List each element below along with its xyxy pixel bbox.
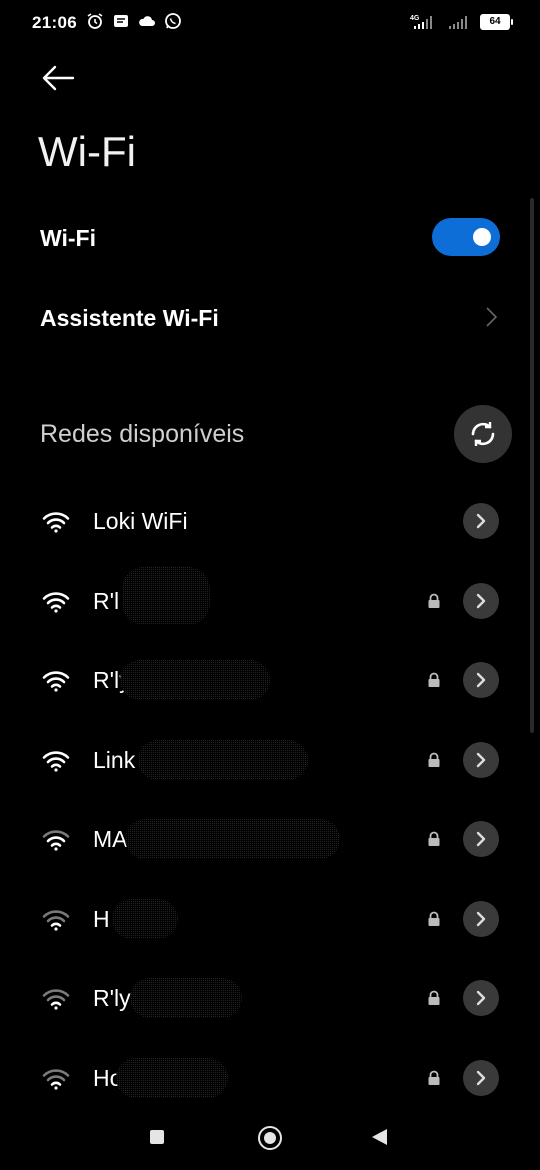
- page-title: Wi-Fi: [38, 128, 136, 175]
- back-arrow-icon[interactable]: [40, 62, 76, 94]
- redacted-text: [122, 566, 210, 625]
- lock-icon: [428, 672, 440, 687]
- network-details-button[interactable]: [463, 821, 499, 857]
- lock-icon: [428, 752, 440, 767]
- wifi-toggle-switch[interactable]: [432, 218, 500, 256]
- wifi-signal-icon: [42, 1068, 70, 1090]
- network-details-button[interactable]: [463, 741, 499, 778]
- network-details-button[interactable]: [463, 503, 499, 539]
- network-name: Link: [93, 746, 136, 773]
- signal-4g-icon: 4G: [410, 15, 432, 29]
- network-details-button[interactable]: [463, 582, 499, 619]
- lock-icon: [428, 831, 440, 846]
- chevron-right-icon: [476, 990, 486, 1006]
- network-details-button[interactable]: [463, 662, 499, 698]
- wifi-assistant-item[interactable]: Assistente Wi-Fi: [40, 305, 219, 332]
- chevron-right-icon: [476, 752, 486, 767]
- chevron-right-icon: [476, 1070, 486, 1085]
- wifi-signal-icon: [42, 989, 70, 1010]
- status-right: 4G 64: [410, 14, 513, 30]
- navigation-bar: [0, 1110, 540, 1170]
- lock-icon: [428, 911, 440, 926]
- section-available-networks: Redes disponíveis: [40, 420, 245, 448]
- back-button[interactable]: [372, 1129, 387, 1145]
- toggle-knob: [473, 228, 491, 246]
- chevron-right-icon: [476, 831, 486, 847]
- wifi-signal-icon: [42, 830, 70, 851]
- lock-icon: [428, 990, 440, 1005]
- redacted-text: [130, 978, 242, 1018]
- redacted-text: [116, 1057, 228, 1098]
- refresh-icon: [471, 422, 495, 446]
- svg-text:4G: 4G: [410, 15, 420, 22]
- network-name: Loki WiFi: [93, 508, 188, 534]
- signal-icon: [449, 16, 467, 29]
- home-button[interactable]: [258, 1126, 282, 1150]
- network-details-button[interactable]: [463, 1059, 499, 1096]
- network-name: H: [93, 905, 110, 932]
- message-icon: [114, 15, 128, 27]
- network-name: R'ly: [93, 985, 131, 1011]
- battery-indicator: 64: [480, 14, 513, 30]
- network-item[interactable]: Ho: [0, 1038, 540, 1118]
- redacted-text: [138, 739, 308, 780]
- chevron-right-icon: [476, 911, 486, 926]
- network-details-button[interactable]: [463, 980, 499, 1016]
- chevron-right-icon: [476, 513, 486, 529]
- wifi-signal-icon: [42, 750, 70, 772]
- redacted-text: [112, 898, 178, 939]
- network-item[interactable]: R'ly: [0, 958, 540, 1038]
- refresh-button[interactable]: [454, 405, 512, 463]
- wifi-signal-icon: [42, 512, 70, 533]
- cloud-icon: [139, 16, 155, 26]
- chevron-right-icon: [486, 307, 498, 327]
- wifi-signal-icon: [42, 671, 70, 692]
- wifi-signal-icon: [42, 591, 70, 613]
- wifi-signal-icon: [42, 909, 70, 931]
- network-details-button[interactable]: [463, 900, 499, 937]
- network-item[interactable]: Link: [0, 720, 540, 800]
- redacted-text: [120, 660, 270, 700]
- status-notification-icons: [86, 12, 182, 30]
- lock-icon: [428, 1070, 440, 1085]
- redacted-text: [125, 819, 340, 859]
- chevron-right-icon: [476, 593, 486, 608]
- wifi-toggle-label: Wi-Fi: [40, 225, 96, 251]
- network-name: R'l: [93, 587, 120, 614]
- alarm-icon: [87, 13, 103, 29]
- network-name: MA: [93, 826, 128, 852]
- network-item[interactable]: Loki WiFi: [0, 481, 540, 561]
- network-item[interactable]: MA: [0, 799, 540, 879]
- network-item[interactable]: R'l: [0, 561, 540, 641]
- recents-button[interactable]: [150, 1130, 164, 1144]
- status-time: 21:06: [32, 13, 77, 32]
- lock-icon: [428, 593, 440, 608]
- chevron-right-icon: [476, 672, 486, 688]
- whatsapp-icon: [165, 13, 181, 29]
- network-item[interactable]: H: [0, 879, 540, 959]
- network-item[interactable]: R'ly: [0, 640, 540, 720]
